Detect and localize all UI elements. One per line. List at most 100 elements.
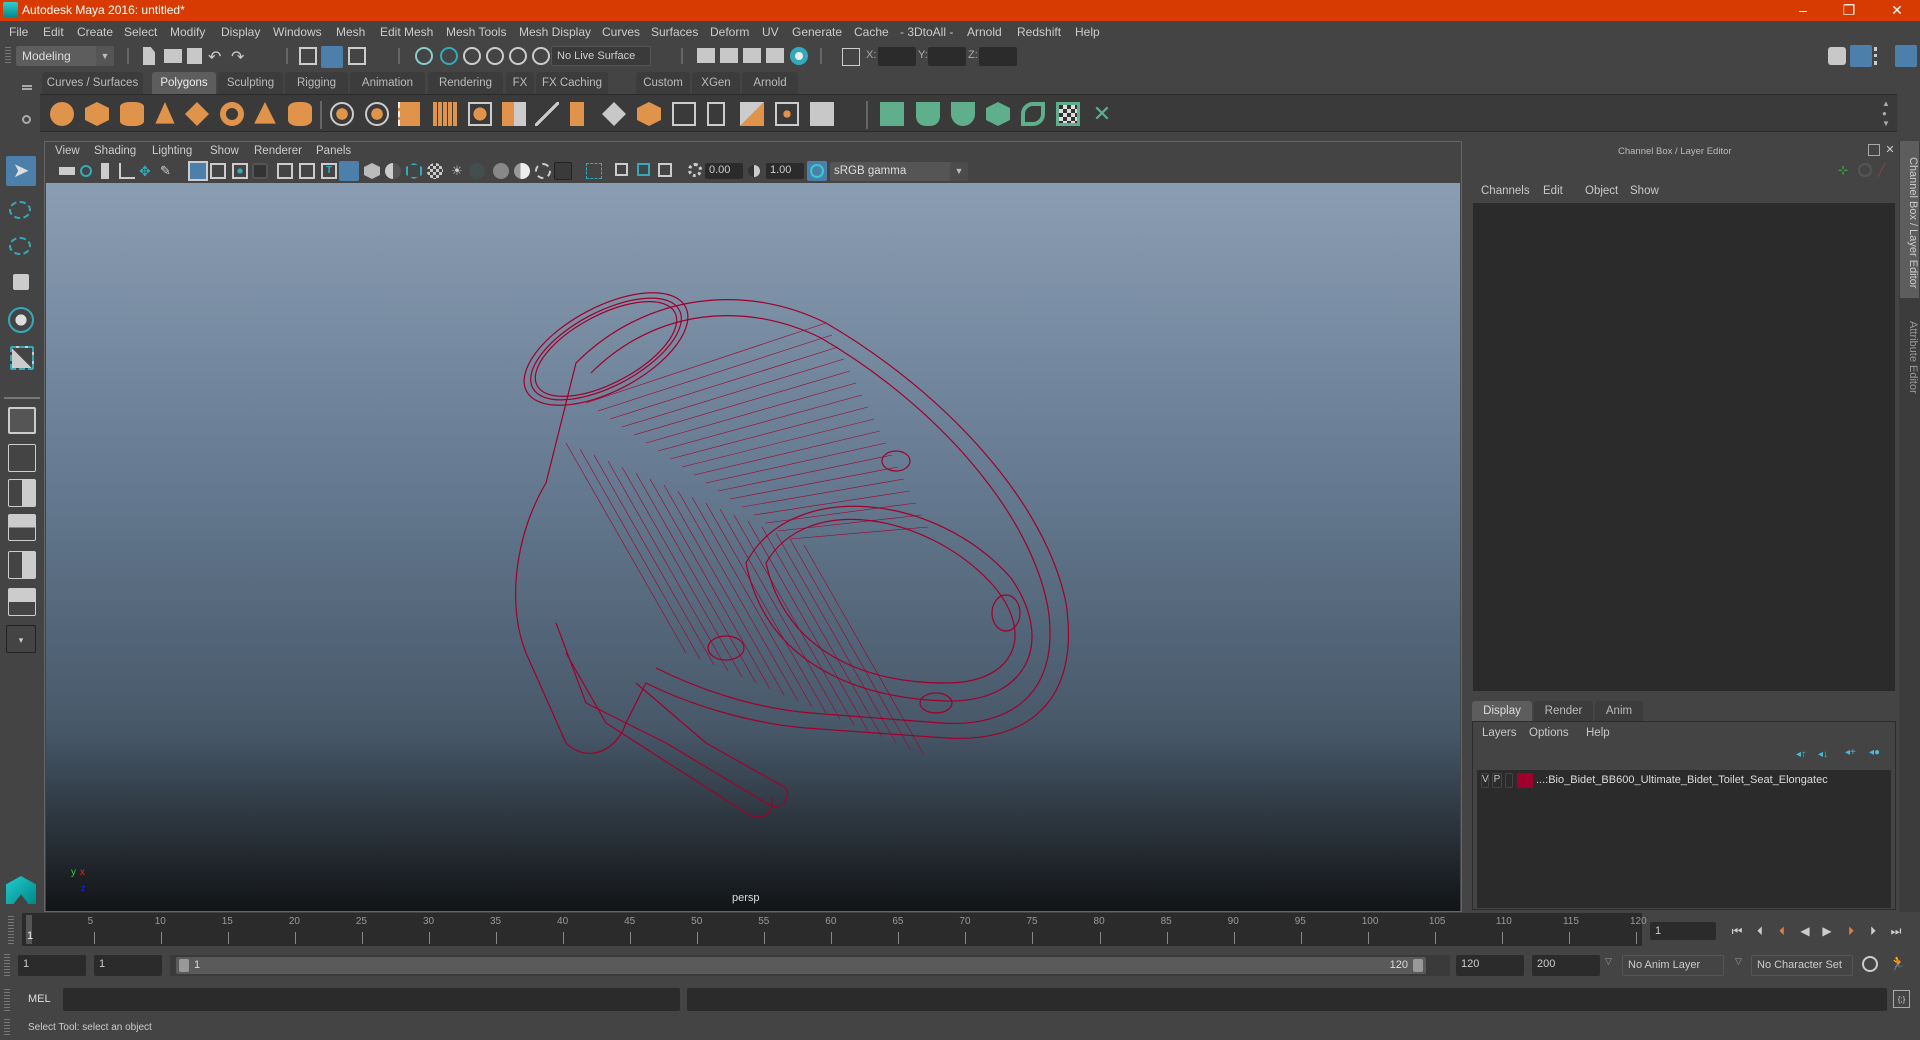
shelf-tab-custom[interactable]: Custom (636, 72, 690, 94)
smooth-icon[interactable] (433, 102, 457, 126)
rotate-tool-icon[interactable] (8, 307, 34, 333)
hyper-icon[interactable]: ╱ (1878, 163, 1892, 177)
move-tool-icon[interactable] (13, 274, 29, 290)
z-field[interactable] (979, 47, 1017, 66)
menu-surfaces[interactable]: Surfaces (651, 25, 698, 39)
isolate-select-icon[interactable] (586, 163, 602, 179)
layer-display-type-toggle[interactable] (1505, 773, 1513, 788)
new-layer-icon[interactable]: ◂+ (1845, 747, 1859, 759)
menu-help[interactable]: Help (1075, 25, 1100, 39)
make-live-icon[interactable] (509, 47, 527, 65)
layer-menu-layers[interactable]: Layers (1482, 727, 1517, 739)
multi-cut-icon[interactable] (535, 102, 559, 126)
extrude-icon[interactable] (637, 102, 661, 126)
undo-icon[interactable]: ↶ (208, 47, 226, 66)
range-slider-track[interactable]: 1 120 (170, 955, 1450, 976)
insert-edge-loop-icon[interactable] (672, 102, 696, 126)
view-transform-dropdown[interactable]: sRGB gamma ▼ (830, 162, 968, 181)
uv-editor-icon[interactable] (1056, 102, 1080, 126)
animation-start-field[interactable]: 1 (18, 955, 86, 976)
gamma-field[interactable]: 1.00 (766, 163, 804, 179)
manipulator-axes-icon[interactable]: ⊹ (1838, 163, 1852, 177)
input-mode-icon[interactable] (842, 48, 860, 66)
film-gate-icon[interactable] (210, 163, 226, 179)
layer-row[interactable]: V P ...:Bio_Bidet_BB600_Ultimate_Bidet_T… (1477, 770, 1891, 792)
viewport-canvas[interactable]: y x z persp (46, 183, 1460, 911)
select-by-hierarchy-icon[interactable] (299, 47, 317, 65)
depth-of-field-icon[interactable] (554, 162, 572, 180)
unfold-uv-icon[interactable] (1021, 102, 1045, 126)
layer-tab-display[interactable]: Display (1472, 701, 1532, 721)
x-field[interactable] (878, 47, 916, 66)
outliner-persp-layout-icon[interactable] (8, 479, 36, 507)
shelf-tab-rigging[interactable]: Rigging (285, 72, 348, 94)
minimize-button[interactable]: – (1780, 0, 1826, 21)
cb-menu-channels[interactable]: Channels (1481, 185, 1530, 197)
fill-hole-icon[interactable] (775, 102, 799, 126)
hypershade-icon[interactable] (790, 47, 808, 65)
help-grip[interactable] (4, 1019, 10, 1037)
append-icon[interactable] (707, 102, 725, 126)
menu-windows[interactable]: Windows (273, 25, 322, 39)
color-management-toggle[interactable] (807, 161, 827, 181)
four-view-layout-icon[interactable] (8, 444, 36, 472)
shelf-tab-arnold[interactable]: Arnold (742, 72, 798, 94)
menu-edit-mesh[interactable]: Edit Mesh (380, 25, 433, 39)
poly-sphere-icon[interactable] (50, 102, 74, 126)
step-forward-key-icon[interactable]: ⏵ (1865, 923, 1881, 939)
y-field[interactable] (928, 47, 966, 66)
screen-space-ao-icon[interactable] (493, 163, 509, 179)
shelf-tab-fx-caching[interactable]: FX Caching (536, 72, 608, 94)
cb-menu-show[interactable]: Show (1630, 185, 1659, 197)
maximize-button[interactable]: ❐ (1826, 0, 1872, 21)
paint-select-tool-icon[interactable] (9, 237, 31, 255)
menu-file[interactable]: File (9, 25, 28, 39)
range-slider[interactable]: 1 120 (176, 957, 1426, 974)
shelf-tab-sculpting[interactable]: Sculpting (218, 72, 283, 94)
new-scene-icon[interactable] (143, 47, 155, 65)
shelf-tab-curves-surfaces[interactable]: Curves / Surfaces (42, 72, 143, 94)
playback-end-field[interactable]: 120 (1456, 955, 1524, 976)
render-current-frame-icon[interactable] (720, 48, 738, 63)
poly-cylinder-icon[interactable] (120, 102, 144, 126)
layer-menu-help[interactable]: Help (1586, 727, 1610, 739)
status-grip[interactable] (5, 47, 11, 65)
step-back-frame-icon[interactable]: ⏴ (1774, 923, 1790, 939)
select-by-component-icon[interactable] (348, 47, 366, 65)
poly-pipe-icon[interactable] (288, 102, 312, 126)
select-by-object-icon[interactable] (321, 46, 343, 68)
character-set-chevron-icon[interactable]: ▽ (1735, 956, 1742, 967)
menu-modify[interactable]: Modify (170, 25, 205, 39)
snap-together-icon[interactable] (532, 47, 550, 65)
layer-tab-anim[interactable]: Anim (1595, 701, 1643, 721)
menu-display[interactable]: Display (221, 25, 260, 39)
layer-visibility-toggle[interactable]: V (1481, 773, 1489, 788)
anim-layer-dropdown[interactable]: No Anim Layer (1622, 955, 1724, 976)
menu-arnold[interactable]: Arnold (967, 25, 1002, 39)
vp-menu-view[interactable]: View (55, 145, 80, 157)
quadrangulate-icon[interactable] (810, 102, 834, 126)
range-start-handle[interactable] (179, 959, 189, 972)
multisample-aa-icon[interactable] (535, 163, 551, 179)
close-panel-icon[interactable]: ✕ (1883, 143, 1897, 157)
shelf-tab-fx[interactable]: FX (506, 72, 534, 94)
target-weld-icon[interactable] (570, 102, 584, 126)
menu-set-dropdown[interactable]: Modeling ▼ (16, 46, 114, 66)
render-settings-icon[interactable] (766, 48, 784, 63)
wireframe-icon[interactable] (339, 161, 359, 181)
range-grip[interactable] (4, 954, 10, 976)
layout-uv-icon[interactable]: ✕ (1090, 102, 1114, 126)
range-end-handle[interactable] (1413, 959, 1423, 972)
shelf-settings-gear-icon[interactable] (22, 115, 31, 124)
hypershade-persp-layout-icon[interactable] (8, 551, 36, 579)
character-set-dropdown[interactable]: No Character Set (1751, 955, 1853, 976)
cb-menu-object[interactable]: Object (1585, 185, 1618, 197)
snap-to-point-icon[interactable] (463, 47, 481, 65)
combine-icon[interactable] (330, 102, 354, 126)
mirror-icon[interactable] (398, 102, 420, 126)
shelf-menu-icon[interactable] (22, 85, 32, 87)
gate-mask-icon[interactable] (252, 163, 268, 179)
menu-deform[interactable]: Deform (710, 25, 749, 39)
speed-icon[interactable] (1858, 163, 1872, 177)
xray-joints-icon[interactable] (615, 163, 628, 176)
